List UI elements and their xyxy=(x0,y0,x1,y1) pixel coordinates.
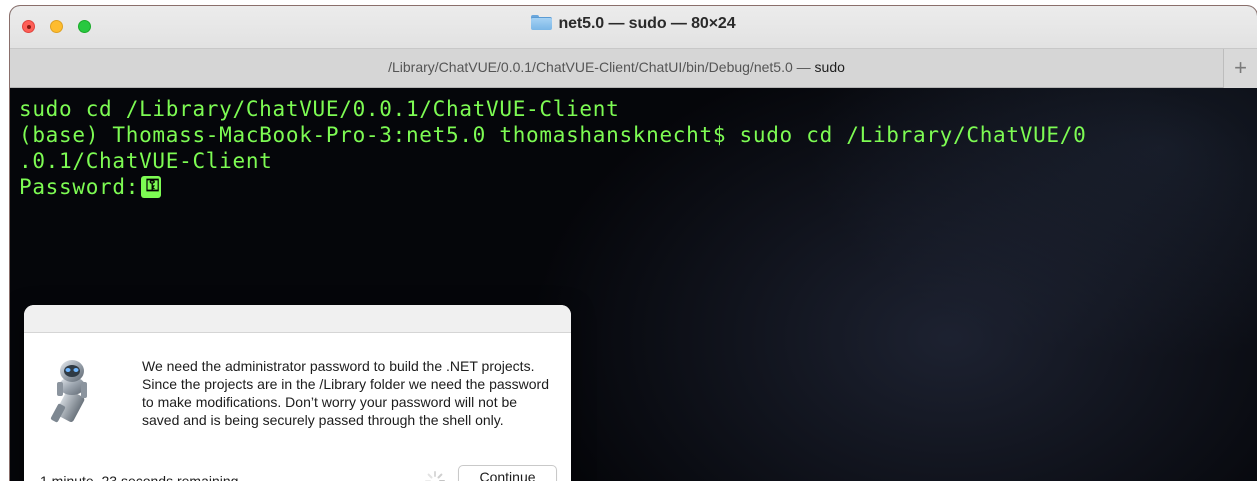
folder-icon xyxy=(531,15,553,30)
terminal-line: (base) Thomass-MacBook-Pro-3:net5.0 thom… xyxy=(19,123,1087,147)
continue-button[interactable]: Continue xyxy=(458,465,557,481)
terminal-output[interactable]: sudo cd /Library/ChatVUE/0.0.1/ChatVUE-C… xyxy=(10,88,1257,481)
tab-active[interactable]: /Library/ChatVUE/0.0.1/ChatVUE-Client/Ch… xyxy=(10,59,1223,75)
terminal-line: sudo cd /Library/ChatVUE/0.0.1/ChatVUE-C… xyxy=(19,97,620,121)
terminal-line: Password: xyxy=(19,175,140,199)
automator-robot-icon xyxy=(50,360,87,423)
new-tab-button[interactable]: + xyxy=(1223,49,1257,88)
window-title-text: net5.0 — sudo — 80×24 xyxy=(558,15,736,32)
password-dialog: We need the administrator password to bu… xyxy=(24,305,571,481)
tab-path: /Library/ChatVUE/0.0.1/ChatVUE-Client/Ch… xyxy=(388,59,815,75)
title-bar[interactable]: net5.0 — sudo — 80×24 xyxy=(10,6,1257,48)
dialog-message: We need the administrator password to bu… xyxy=(142,358,550,428)
dialog-header xyxy=(24,305,571,333)
tab-process: sudo xyxy=(814,59,845,75)
countdown-text: 1 minute, 23 seconds remaining xyxy=(40,473,239,481)
password-cursor: ⚿ xyxy=(141,176,162,198)
tab-bar: /Library/ChatVUE/0.0.1/ChatVUE-Client/Ch… xyxy=(10,48,1257,88)
key-icon: ⚿ xyxy=(146,176,160,196)
terminal-text: sudo cd /Library/ChatVUE/0.0.1/ChatVUE-C… xyxy=(19,96,1086,200)
terminal-window: net5.0 — sudo — 80×24 /Library/ChatVUE/0… xyxy=(10,6,1257,481)
spinner-icon xyxy=(425,471,445,481)
window-title: net5.0 — sudo — 80×24 xyxy=(10,15,1257,33)
terminal-line: .0.1/ChatVUE-Client xyxy=(19,149,273,173)
